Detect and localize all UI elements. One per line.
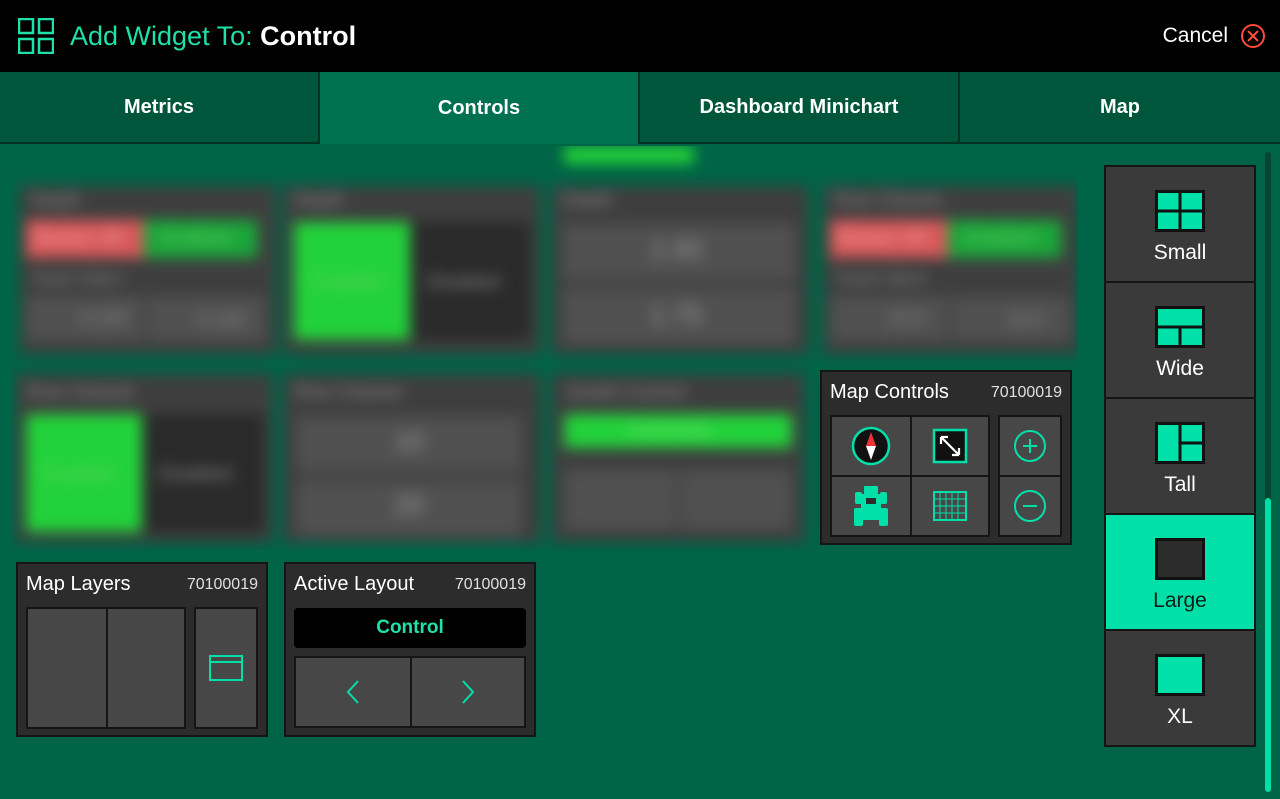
scrollbar-track[interactable] xyxy=(1265,152,1271,792)
map-layer-slot-2[interactable] xyxy=(106,607,186,729)
size-option-wide[interactable]: Wide xyxy=(1106,283,1254,397)
bg-swath-left-btn xyxy=(564,470,676,530)
bg-row-cleaner-2-enabled: Enabled xyxy=(44,464,114,485)
cancel-button[interactable]: Cancel xyxy=(1163,22,1266,50)
size-label-wide: Wide xyxy=(1156,357,1204,380)
compass-button[interactable] xyxy=(830,415,912,477)
active-layout-value: Control xyxy=(294,608,526,648)
size-large-icon xyxy=(1155,538,1205,580)
size-label-small: Small xyxy=(1153,241,1207,264)
active-layout-id: 70100019 xyxy=(454,576,526,593)
tab-metrics[interactable]: Metrics xyxy=(0,72,320,144)
bg-row-cleaner-3-value-top: 10 xyxy=(394,426,425,456)
size-xl-icon xyxy=(1155,654,1205,696)
layout-prev-button[interactable] xyxy=(294,656,412,728)
active-layout-widget[interactable]: Active Layout 70100019 Control xyxy=(284,562,536,737)
active-layout-title: Active Layout xyxy=(294,573,415,595)
bg-row-cleaner-3-value-bottom: 20 xyxy=(394,490,425,520)
map-layer-slot-1[interactable] xyxy=(26,607,108,729)
bg-row-cleaner-1-master: Master Off xyxy=(838,228,927,249)
grid-icon xyxy=(18,18,54,54)
chevron-right-icon xyxy=(462,680,475,704)
bg-depth-2-title: Depth xyxy=(294,190,345,211)
bg-depth-1-value-right: 0.100 xyxy=(198,310,246,331)
bg-depth-2-enabled: Enabled xyxy=(314,272,384,293)
size-option-xl[interactable]: XL xyxy=(1106,631,1254,745)
size-tall-icon xyxy=(1155,422,1205,464)
size-label-large: Large xyxy=(1153,589,1207,612)
bg-row-cleaner-2-disabled: Disabled xyxy=(158,464,232,485)
zoom-in-icon xyxy=(1014,430,1046,462)
bg-row-cleaner-1-target: Target Adjust xyxy=(834,270,927,287)
map-controls-id: 70100019 xyxy=(990,384,1062,401)
size-option-large[interactable]: Large xyxy=(1106,515,1254,629)
bg-depth-3-value-top: 1.50 xyxy=(650,234,703,264)
tractor-icon xyxy=(854,486,888,526)
zoom-out-button[interactable] xyxy=(998,475,1062,537)
title-prefix: Add Widget To: xyxy=(70,21,261,51)
scrollbar-thumb[interactable] xyxy=(1265,498,1271,792)
size-label-tall: Tall xyxy=(1164,473,1196,496)
cancel-label: Cancel xyxy=(1162,24,1228,47)
bg-depth-1-enabled: Enabled xyxy=(162,228,232,249)
bg-row-cleaner-1-enabled: Enabled xyxy=(966,228,1036,249)
bg-depth-1-title: Depth xyxy=(30,190,81,211)
map-controls-title: Map Controls xyxy=(830,381,949,403)
bg-swath-mode: Automatic xyxy=(628,420,713,441)
size-option-small[interactable]: Small xyxy=(1106,167,1254,281)
bg-depth-3-title: Depth xyxy=(562,190,613,211)
blur-green-top xyxy=(564,146,694,164)
expand-icon xyxy=(932,428,968,464)
chevron-left-icon xyxy=(346,680,359,704)
bg-depth-1-target: Target Adjust xyxy=(30,270,123,287)
title-target: Control xyxy=(260,21,357,51)
tractor-button[interactable] xyxy=(830,475,912,537)
page-title: Add Widget To: Control xyxy=(70,19,356,53)
bg-depth-2-disabled: Disabled xyxy=(426,272,500,293)
bg-row-cleaner-2-title: Row Cleaner xyxy=(26,382,136,403)
bg-row-cleaner-3-title: Row Cleaner xyxy=(294,382,404,403)
header-bar: Add Widget To: Control Cancel xyxy=(0,0,1280,72)
size-option-tall[interactable]: Tall xyxy=(1106,399,1254,513)
close-circle-icon xyxy=(1241,24,1265,48)
expand-button[interactable] xyxy=(910,415,990,477)
compass-icon xyxy=(851,426,891,466)
tab-controls[interactable]: Controls xyxy=(320,72,640,144)
bg-row-cleaner-1-value-right: 10.0 xyxy=(1006,310,1043,331)
size-wide-icon xyxy=(1155,306,1205,348)
tab-map[interactable]: Map xyxy=(960,72,1280,144)
tab-dashboard-minichart[interactable]: Dashboard Minichart xyxy=(640,72,960,144)
map-layers-id: 70100019 xyxy=(186,576,258,593)
grid-map-button[interactable] xyxy=(910,475,990,537)
bg-depth-1-value-left: 0.100 xyxy=(80,308,128,329)
bg-row-cleaner-1-value-left: 10.0 xyxy=(888,308,925,329)
size-label-xl: XL xyxy=(1167,705,1193,728)
layout-next-button[interactable] xyxy=(410,656,526,728)
map-controls-widget[interactable]: Map Controls 70100019 xyxy=(820,370,1072,545)
size-small-icon xyxy=(1155,190,1205,232)
zoom-in-button[interactable] xyxy=(998,415,1062,477)
bg-depth-1-master: Master Off xyxy=(34,228,123,249)
bg-swath-title: Swath Control xyxy=(566,382,686,403)
bg-row-cleaner-1-title: Row Cleaner xyxy=(834,190,944,211)
layer-window-icon xyxy=(209,655,243,681)
map-layers-widget[interactable]: Map Layers 70100019 xyxy=(16,562,268,737)
zoom-out-icon xyxy=(1014,490,1046,522)
grid-map-icon xyxy=(933,491,967,521)
map-layer-window-button[interactable] xyxy=(194,607,258,729)
map-layers-title: Map Layers xyxy=(26,573,131,595)
bg-swath-right-btn xyxy=(680,470,792,530)
bg-depth-3-value-bottom: 1.75 xyxy=(650,300,703,330)
tab-bar: Metrics Controls Dashboard Minichart Map xyxy=(0,72,1280,144)
widget-size-selector: Small Wide Tall Large XL xyxy=(1104,165,1256,747)
